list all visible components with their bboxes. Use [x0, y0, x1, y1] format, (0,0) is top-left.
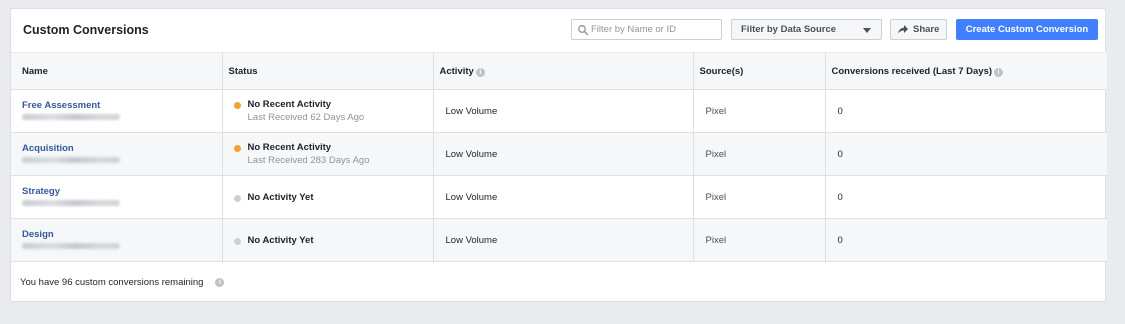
conversions-cell: 0	[825, 89, 1107, 133]
table-row: Acquisition No Recent Activity Last Rece…	[11, 132, 1107, 176]
redacted-id	[22, 243, 120, 249]
custom-conversions-panel: Custom Conversions Filter by Data Source…	[10, 8, 1107, 302]
status-cell: No Activity Yet	[222, 218, 434, 262]
column-label: Activity	[439, 65, 474, 77]
conversion-name-link[interactable]: Strategy	[22, 186, 222, 197]
status-title: No Activity Yet	[247, 191, 314, 203]
activity-cell: Low Volume	[433, 218, 694, 262]
activity-cell: Low Volume	[433, 89, 694, 133]
table-row: Design No Activity Yet Low Volume Pixel …	[11, 218, 1107, 262]
share-button[interactable]: Share	[890, 19, 947, 40]
column-header-status[interactable]: Status	[222, 52, 434, 90]
filter-data-source-label: Filter by Data Source	[741, 24, 837, 35]
source-cell: Pixel	[693, 175, 826, 219]
table-header-row: Name Status Activity i Source(s) Conversi…	[11, 52, 1107, 90]
conversion-name-link[interactable]: Design	[22, 229, 222, 240]
source-cell: Pixel	[693, 132, 826, 176]
redacted-id	[22, 200, 120, 206]
conversions-cell: 0	[825, 175, 1107, 219]
name-cell: Free Assessment	[11, 89, 223, 133]
name-cell: Design	[11, 218, 223, 262]
conversion-name-link[interactable]: Free Assessment	[22, 100, 222, 111]
name-cell: Strategy	[11, 175, 223, 219]
remaining-conversions-footer: You have 96 custom conversions remaining…	[20, 277, 225, 288]
remaining-conversions-text: You have 96 custom conversions remaining	[20, 277, 204, 288]
create-custom-conversion-button[interactable]: Create Custom Conversion	[956, 19, 1098, 40]
column-label: Source(s)	[699, 65, 744, 77]
activity-cell: Low Volume	[433, 175, 694, 219]
status-cell: No Recent Activity Last Received 62 Days…	[222, 89, 434, 133]
column-header-conversions[interactable]: Conversions received (Last 7 Days) i	[825, 52, 1107, 90]
share-arrow-icon	[898, 25, 908, 34]
name-cell: Acquisition	[11, 132, 223, 176]
column-label: Status	[228, 65, 258, 77]
status-title: No Recent Activity	[247, 99, 332, 110]
search-input[interactable]	[591, 22, 717, 37]
column-header-name[interactable]: Name	[11, 52, 223, 90]
info-icon[interactable]: i	[475, 67, 485, 77]
status-dot-icon	[233, 237, 241, 245]
column-header-sources[interactable]: Source(s)	[693, 52, 826, 90]
table-row: Free Assessment No Recent Activity Last …	[11, 89, 1107, 133]
redacted-id	[22, 157, 120, 163]
caret-down-icon	[863, 28, 871, 33]
panel-header: Custom Conversions Filter by Data Source…	[11, 9, 1105, 52]
column-label: Name	[22, 65, 48, 77]
conversions-table: Name Status Activity i Source(s) Conversi…	[11, 52, 1107, 262]
search-icon	[578, 25, 589, 36]
share-label: Share	[913, 24, 940, 35]
column-header-activity[interactable]: Activity i	[433, 52, 694, 90]
status-dot-icon	[233, 194, 241, 202]
source-cell: Pixel	[693, 89, 826, 133]
conversion-name-link[interactable]: Acquisition	[22, 143, 222, 154]
column-label: Conversions received (Last 7 Days)	[831, 65, 993, 77]
conversions-cell: 0	[825, 218, 1107, 262]
create-custom-conversion-label: Create Custom Conversion	[965, 24, 1089, 35]
page-title: Custom Conversions	[23, 23, 149, 37]
status-subtitle: Last Received 62 Days Ago	[247, 112, 365, 123]
search-box[interactable]	[571, 19, 722, 40]
redacted-id	[22, 114, 120, 120]
table-row: Strategy No Activity Yet Low Volume Pixe…	[11, 175, 1107, 219]
status-cell: No Activity Yet	[222, 175, 434, 219]
filter-data-source-dropdown[interactable]: Filter by Data Source	[731, 19, 882, 40]
source-cell: Pixel	[693, 218, 826, 262]
status-dot-icon	[233, 145, 241, 152]
status-cell: No Recent Activity Last Received 283 Day…	[222, 132, 434, 176]
status-title: No Activity Yet	[247, 234, 314, 246]
activity-cell: Low Volume	[433, 132, 694, 176]
info-icon[interactable]: i	[215, 278, 225, 287]
info-icon[interactable]: i	[994, 67, 1004, 77]
conversions-cell: 0	[825, 132, 1107, 176]
status-subtitle: Last Received 283 Days Ago	[247, 155, 370, 166]
status-title: No Recent Activity	[247, 142, 332, 153]
status-dot-icon	[233, 102, 241, 109]
